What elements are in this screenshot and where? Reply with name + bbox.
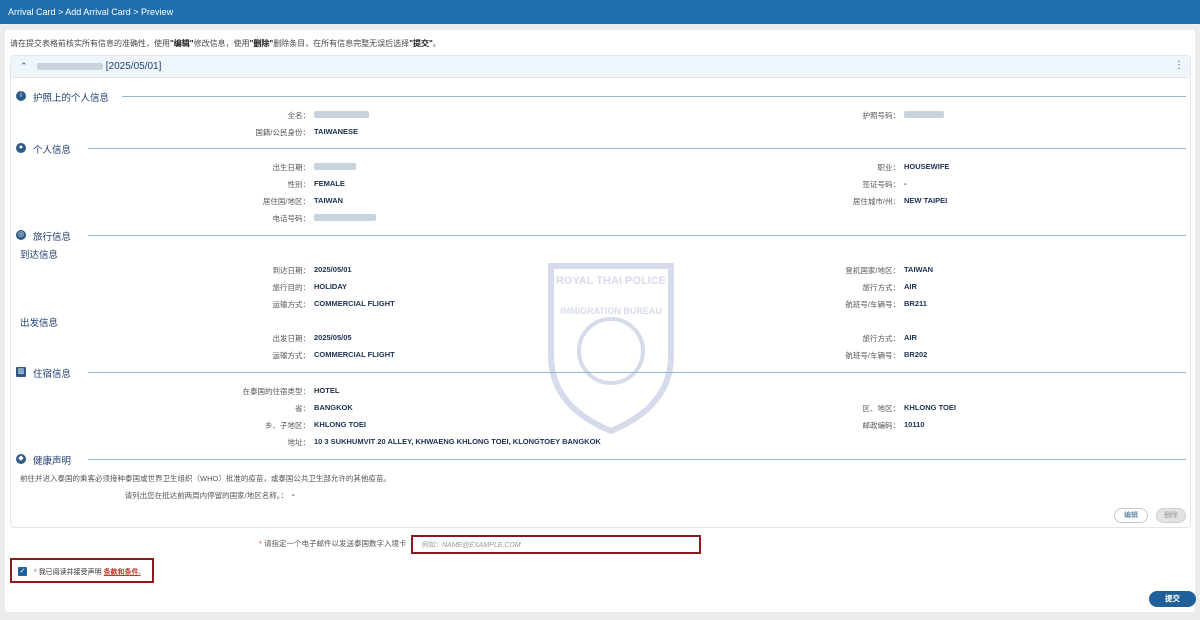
section-health: ◆ 健康声明 [16, 453, 1186, 467]
province-value: BANGKOK [314, 403, 353, 412]
divider [122, 96, 1186, 97]
divider [88, 459, 1186, 460]
card-header[interactable]: ⌃ [2025/05/01] ⋮ [11, 56, 1190, 78]
visa-label: 签证号码： [862, 180, 901, 189]
subdistrict-label: 乡、子地区： [265, 421, 310, 430]
redacted-passport-number [904, 111, 944, 118]
svg-text:IMMIGRATION BUREAU: IMMIGRATION BUREAU [560, 306, 662, 316]
departure-mode-value: AIR [904, 333, 917, 342]
arrival-flight-label: 航班号/车辆号： [845, 300, 900, 309]
nationality-value: TAIWANESE [314, 127, 359, 136]
subdistrict-value: KHLONG TOEI [314, 420, 366, 429]
arrival-card-preview: ⌃ [2025/05/01] ⋮ ROYAL THAI POLICE IMMIG… [10, 55, 1191, 528]
occupation-value: HOUSEWIFE [904, 162, 950, 171]
travel-purpose-label: 旅行目的： [272, 283, 311, 292]
dob-label: 出生日期： [272, 163, 311, 172]
visited-countries-label: 请列出您在抵达前两周内停留的国家/地区名称。： [124, 491, 288, 500]
residence-city-label: 居住城市/州： [852, 197, 900, 206]
section-passport: i 护照上的个人信息 [16, 90, 1186, 104]
accommodation-type-label: 在泰国的住宿类型： [242, 387, 311, 396]
arrival-subtitle: 到达信息 [20, 250, 59, 261]
terms-checkbox[interactable]: ✓ [18, 567, 27, 576]
submit-button[interactable]: 提交 [1149, 591, 1196, 607]
residence-country-value: TAIWAN [314, 196, 344, 205]
departure-date-value: 2025/05/05 [314, 333, 352, 342]
arrival-flight-value: BR211 [904, 299, 927, 308]
building-icon: ▥ [16, 367, 26, 377]
gender-value: FEMALE [314, 179, 345, 188]
accommodation-type-value: HOTEL [314, 386, 340, 395]
shield-icon: ◆ [16, 454, 26, 464]
departure-date-label: 出发日期： [272, 334, 311, 343]
section-personal: ● 个人信息 [16, 142, 1186, 156]
boarding-country-value: TAIWAN [904, 265, 934, 274]
arrival-date-value: 2025/05/01 [314, 265, 352, 274]
occupation-label: 职业： [877, 163, 901, 172]
info-icon: i [16, 91, 26, 101]
redacted-phone [314, 214, 376, 221]
terms-link[interactable]: 条款和条件. [104, 569, 141, 576]
boarding-country-label: 登机国家/地区： [845, 266, 900, 275]
visited-countries-value: - [292, 490, 295, 499]
vaccine-notice: 前往并进入泰国的乘客必须接种泰国或世界卫生组织（WHO）批准的疫苗，或泰国公共卫… [20, 474, 391, 483]
breadcrumb[interactable]: Arrival Card > Add Arrival Card > Previe… [8, 7, 173, 17]
top-bar: Arrival Card > Add Arrival Card > Previe… [0, 0, 1200, 24]
residence-city-value: NEW TAIPEI [904, 196, 948, 205]
more-options-icon[interactable]: ⋮ [1174, 60, 1184, 71]
postcode-label: 邮政编码： [862, 421, 901, 430]
postcode-value: 10110 [904, 420, 925, 429]
residence-country-label: 居住国/地区： [262, 197, 310, 206]
departure-flight-label: 航班号/车辆号： [845, 351, 900, 360]
departure-transport-value: COMMERCIAL FLIGHT [314, 350, 395, 359]
divider [88, 235, 1186, 236]
gender-label: 性别： [287, 180, 311, 189]
fullname-label: 全名： [287, 111, 311, 120]
person-icon: ● [16, 143, 26, 153]
terms-agreement: ✓ * 我已阅读并接受声明 条款和条件. [10, 558, 154, 583]
address-value: 10 3 SUKHUMVIT 20 ALLEY, KHWAENG KHLONG … [314, 437, 601, 446]
address-label: 地址： [287, 438, 311, 447]
arrival-mode-value: AIR [904, 282, 917, 291]
departure-subtitle: 出发信息 [20, 318, 59, 329]
province-label: 省： [295, 404, 310, 413]
district-label: 区、地区： [862, 404, 901, 413]
section-accommodation: ▥ 住宿信息 [16, 366, 1186, 380]
arrival-transport-value: COMMERCIAL FLIGHT [314, 299, 395, 308]
divider [88, 148, 1186, 149]
arrival-mode-label: 旅行方式： [862, 283, 901, 292]
arrival-date-label: 到达日期： [272, 266, 311, 275]
district-value: KHLONG TOEI [904, 403, 956, 412]
travel-purpose-value: HOLIDAY [314, 282, 348, 291]
phone-label: 电话号码： [272, 214, 311, 223]
arrival-transport-label: 运输方式： [272, 300, 311, 309]
email-input[interactable]: 例如：NAME@EXAMPLE.COM [411, 535, 701, 554]
terms-label: * 我已阅读并接受声明 条款和条件. [34, 569, 141, 576]
globe-icon: ◎ [16, 230, 26, 240]
police-watermark-logo: ROYAL THAI POLICE IMMIGRATION BUREAU [548, 263, 674, 435]
svg-text:ROYAL THAI POLICE: ROYAL THAI POLICE [556, 275, 666, 287]
intro-instructions: 请在提交表格前核实所有信息的准确性，使用"编辑"修改信息，使用"删除"删除条目，… [10, 39, 441, 48]
redacted-fullname [314, 111, 369, 118]
section-travel: ◎ 旅行信息 [16, 229, 1186, 243]
delete-button[interactable]: 删除 [1156, 508, 1186, 523]
card-title: [2025/05/01] [37, 61, 161, 72]
divider [88, 372, 1186, 373]
departure-mode-label: 旅行方式： [862, 334, 901, 343]
redacted-name [37, 62, 103, 70]
departure-transport-label: 运输方式： [272, 351, 311, 360]
passport-number-label: 护照号码： [862, 111, 901, 120]
email-label: * 请指定一个电子邮件以发送泰国数字入境卡 [259, 539, 407, 548]
redacted-dob [314, 163, 356, 170]
edit-button[interactable]: 编辑 [1114, 508, 1148, 523]
nationality-label: 国籍/公民身份： [255, 128, 310, 137]
preview-page: 请在提交表格前核实所有信息的准确性，使用"编辑"修改信息，使用"删除"删除条目，… [5, 30, 1196, 612]
chevron-up-icon[interactable]: ⌃ [20, 61, 28, 72]
departure-flight-value: BR202 [904, 350, 928, 359]
visa-value: - [904, 179, 907, 188]
